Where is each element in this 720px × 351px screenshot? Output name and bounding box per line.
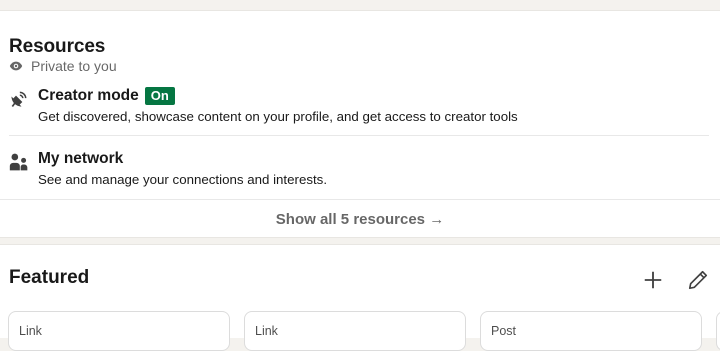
featured-item-card[interactable]: Link [8, 311, 230, 351]
visibility-row: Private to you [9, 58, 117, 74]
people-icon [9, 153, 28, 171]
featured-item-type: Post [491, 324, 517, 338]
my-network-title: My network [38, 150, 124, 167]
featured-item-card[interactable]: Link [244, 311, 466, 351]
divider [9, 135, 709, 136]
pencil-icon [688, 270, 708, 290]
resources-card: Resources Private to you Creator mode On… [0, 10, 720, 238]
featured-title: Featured [9, 267, 90, 288]
edit-featured-button[interactable] [683, 265, 713, 295]
my-network-description: See and manage your connections and inte… [38, 172, 328, 187]
creator-mode-title: Creator mode [38, 87, 139, 104]
plus-icon [644, 271, 662, 289]
featured-card: Featured Link Link Post [0, 244, 720, 351]
creator-mode-title-row: Creator mode On [38, 87, 175, 105]
my-network-title-row: My network [38, 150, 123, 168]
featured-item-card-partial[interactable] [716, 311, 720, 351]
resources-title: Resources [9, 36, 106, 57]
creator-mode-description: Get discovered, showcase content on your… [38, 109, 518, 124]
featured-item-type: Link [255, 324, 278, 338]
show-all-resources-button[interactable]: Show all 5 resources → [0, 200, 720, 238]
satellite-dish-icon [11, 91, 27, 107]
resource-item-my-network[interactable]: My network See and manage your connectio… [9, 150, 710, 200]
eye-icon [9, 61, 23, 71]
resource-item-creator-mode[interactable]: Creator mode On Get discovered, showcase… [9, 87, 710, 137]
featured-item-type: Link [19, 324, 42, 338]
featured-item-card[interactable]: Post [480, 311, 702, 351]
status-badge: On [144, 87, 175, 105]
add-featured-button[interactable] [638, 265, 668, 295]
visibility-label: Private to you [31, 58, 117, 74]
